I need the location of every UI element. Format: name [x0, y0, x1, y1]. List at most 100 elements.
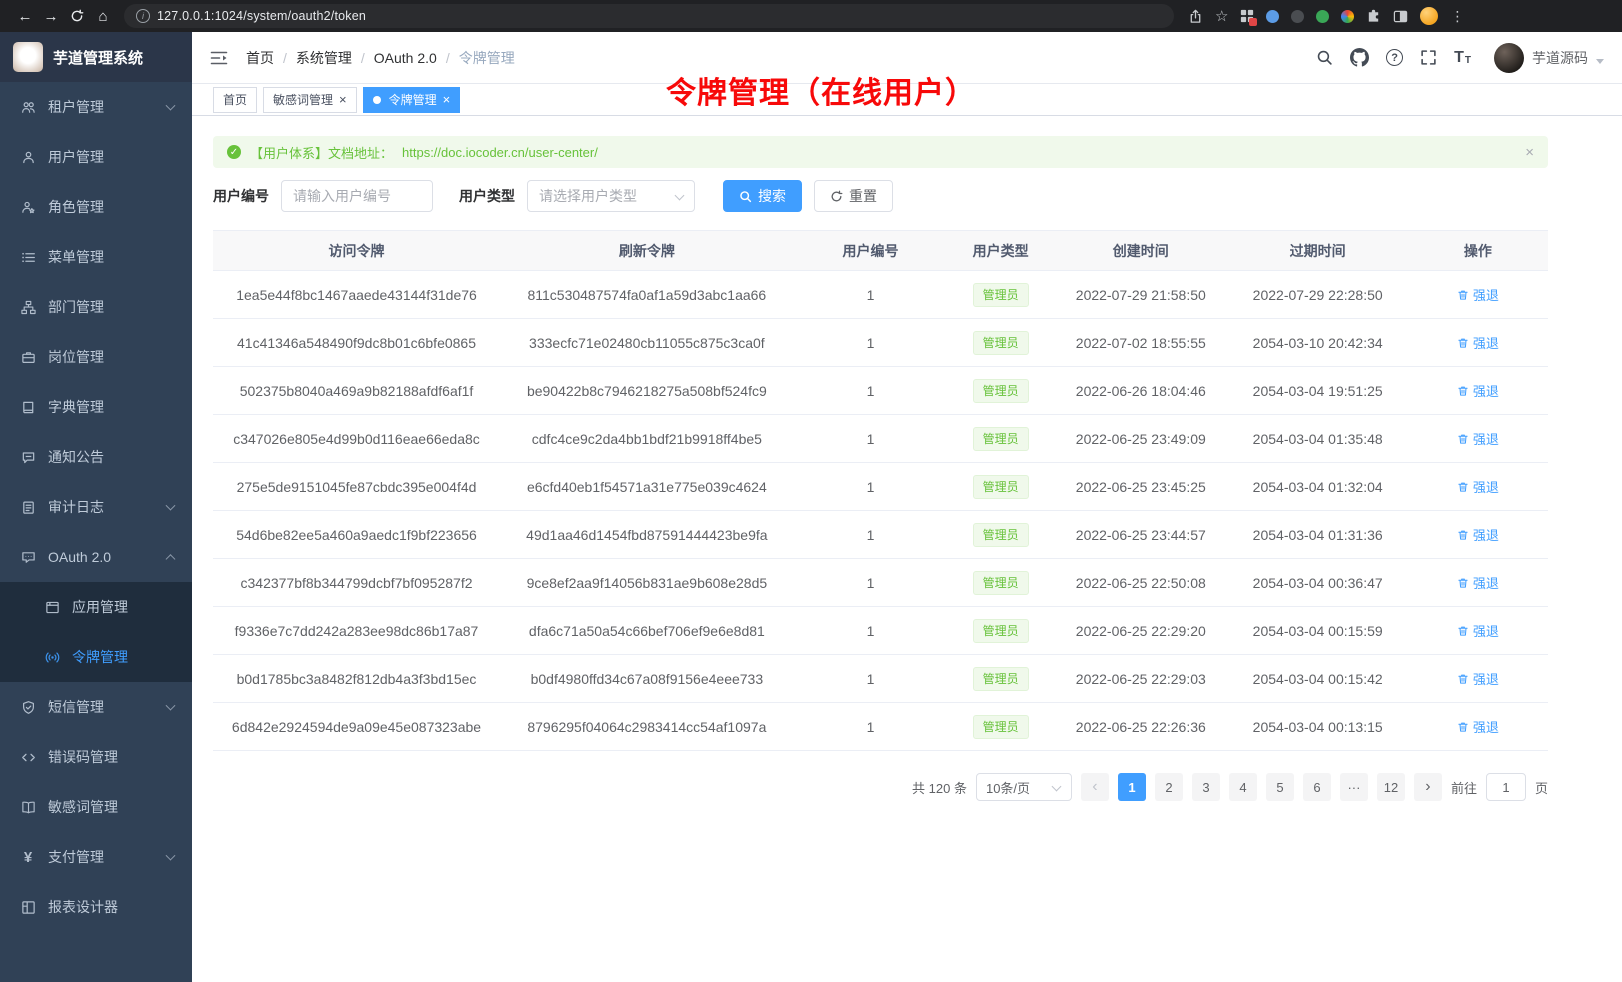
force-logout-button[interactable]: 强退 [1457, 525, 1499, 544]
force-logout-button[interactable]: 强退 [1457, 285, 1499, 304]
tab-home[interactable]: 首页 [213, 87, 257, 113]
force-logout-button[interactable]: 强退 [1457, 429, 1499, 448]
user-id-cell: 1 [794, 319, 948, 367]
force-logout-button[interactable]: 强退 [1457, 573, 1499, 592]
sidebar-logo[interactable]: 芋道管理系统 [0, 32, 192, 82]
sidebar-item-token-manage[interactable]: 令牌管理 [0, 632, 192, 682]
browser-back-icon[interactable]: ← [12, 3, 38, 29]
breadcrumb-home[interactable]: 首页 [246, 48, 274, 68]
table-row: 275e5de9151045fe87cbdc395e004f4d e6cfd40… [213, 463, 1548, 511]
force-logout-button[interactable]: 强退 [1457, 333, 1499, 352]
browser-home-icon[interactable]: ⌂ [90, 3, 116, 29]
force-logout-button[interactable]: 强退 [1457, 381, 1499, 400]
sidebar-item-post[interactable]: 岗位管理 [0, 332, 192, 382]
sidebar-item-report-designer[interactable]: 报表设计器 [0, 882, 192, 932]
force-logout-label: 强退 [1473, 333, 1499, 352]
action-cell: 强退 [1408, 655, 1548, 703]
page-button-3[interactable]: 3 [1192, 773, 1220, 801]
breadcrumb-system[interactable]: 系统管理 [296, 48, 352, 68]
extension-green-icon[interactable] [1316, 10, 1329, 23]
close-icon[interactable]: × [443, 93, 451, 106]
sidebar-item-menu[interactable]: 菜单管理 [0, 232, 192, 282]
refresh-token-cell: b0df4980ffd34c67a08f9156e4eee733 [500, 655, 794, 703]
sidebar-item-sensitive-word[interactable]: 敏感词管理 [0, 782, 192, 832]
bookmark-star-icon[interactable]: ☆ [1215, 7, 1228, 25]
browser-forward-icon[interactable]: → [38, 3, 64, 29]
sidebar-item-dict[interactable]: 字典管理 [0, 382, 192, 432]
page-button-4[interactable]: 4 [1229, 773, 1257, 801]
help-icon[interactable]: ? [1386, 49, 1403, 66]
shield-icon [20, 699, 36, 715]
sidebar-item-notice[interactable]: 通知公告 [0, 432, 192, 482]
reset-button[interactable]: 重置 [814, 180, 893, 212]
sidebar-item-error-code[interactable]: 错误码管理 [0, 732, 192, 782]
sidebar-item-sms[interactable]: 短信管理 [0, 682, 192, 732]
force-logout-label: 强退 [1473, 525, 1499, 544]
user-type-select[interactable]: 请选择用户类型 [527, 180, 695, 212]
share-icon[interactable] [1188, 9, 1203, 24]
alert-close-icon[interactable]: × [1525, 144, 1534, 161]
font-size-icon[interactable]: TT [1454, 50, 1471, 66]
tab-token-manage[interactable]: 令牌管理 × [363, 87, 461, 113]
site-info-icon[interactable]: i [136, 9, 150, 23]
extension-blue-icon[interactable] [1266, 10, 1279, 23]
page-button-5[interactable]: 5 [1266, 773, 1294, 801]
delete-icon [1457, 721, 1469, 733]
sidebar-item-oauth[interactable]: OAuth 2.0 [0, 532, 192, 582]
browser-reload-icon[interactable] [64, 3, 90, 29]
sidebar-item-role[interactable]: 角色管理 [0, 182, 192, 232]
force-logout-button[interactable]: 强退 [1457, 717, 1499, 736]
prev-page-button[interactable]: ‹ [1081, 773, 1109, 801]
create-time-cell: 2022-06-25 23:45:25 [1054, 463, 1228, 511]
col-create-time: 创建时间 [1054, 231, 1228, 271]
page-button-1[interactable]: 1 [1118, 773, 1146, 801]
browser-menu-icon[interactable]: ⋮ [1450, 8, 1464, 25]
next-page-button[interactable]: › [1414, 773, 1442, 801]
extension-color-icon[interactable] [1341, 10, 1354, 23]
user-type-cell: 管理员 [947, 271, 1054, 319]
user-id-cell: 1 [794, 559, 948, 607]
tab-sensitive-word[interactable]: 敏感词管理 × [263, 87, 357, 113]
refresh-token-cell: 8796295f04064c2983414cc54af1097a [500, 703, 794, 751]
close-icon[interactable]: × [339, 93, 347, 106]
access-token-cell: 54d6be82ee5a460a9aedc1f9bf223656 [213, 511, 500, 559]
logo-avatar [13, 42, 43, 72]
search-icon[interactable] [1316, 49, 1333, 66]
table-row: c347026e805e4d99b0d116eae66eda8c cdfc4ce… [213, 415, 1548, 463]
action-cell: 强退 [1408, 463, 1548, 511]
force-logout-button[interactable]: 强退 [1457, 477, 1499, 496]
breadcrumb-oauth[interactable]: OAuth 2.0 [374, 50, 437, 66]
force-logout-button[interactable]: 强退 [1457, 669, 1499, 688]
split-view-icon[interactable] [1393, 9, 1408, 24]
force-logout-button[interactable]: 强退 [1457, 621, 1499, 640]
page-size-select[interactable]: 10条/页 [976, 773, 1072, 801]
browser-profile-avatar[interactable] [1420, 7, 1438, 25]
address-bar[interactable]: i 127.0.0.1:1024/system/oauth2/token [124, 4, 1174, 28]
extensions-puzzle-icon[interactable] [1366, 9, 1381, 24]
delete-icon [1457, 481, 1469, 493]
github-icon[interactable] [1350, 48, 1369, 67]
user-menu[interactable]: 芋道源码 [1494, 43, 1604, 73]
page-button-12[interactable]: 12 [1377, 773, 1405, 801]
sidebar-item-payment[interactable]: ¥ 支付管理 [0, 832, 192, 882]
page-button-6[interactable]: 6 [1303, 773, 1331, 801]
extension-dark-icon[interactable] [1291, 10, 1304, 23]
page-ellipsis[interactable]: ··· [1340, 773, 1368, 801]
fullscreen-icon[interactable] [1420, 49, 1437, 66]
post-icon [20, 349, 36, 365]
sidebar-item-user[interactable]: 用户管理 [0, 132, 192, 182]
sidebar-item-tenant[interactable]: 租户管理 [0, 82, 192, 132]
doc-link[interactable]: https://doc.iocoder.cn/user-center/ [402, 145, 598, 160]
page-button-2[interactable]: 2 [1155, 773, 1183, 801]
sidebar-item-audit-log[interactable]: 审计日志 [0, 482, 192, 532]
user-type-cell: 管理员 [947, 607, 1054, 655]
goto-page-input[interactable] [1486, 773, 1526, 801]
sidebar-item-dept[interactable]: 部门管理 [0, 282, 192, 332]
user-id-input[interactable] [281, 180, 433, 212]
sidebar-item-label: 角色管理 [48, 197, 104, 217]
search-button[interactable]: 搜索 [723, 180, 802, 212]
sidebar-item-app-manage[interactable]: 应用管理 [0, 582, 192, 632]
screenshot-extension-icon[interactable] [1240, 9, 1254, 23]
hamburger-icon[interactable] [210, 50, 228, 66]
access-token-cell: b0d1785bc3a8482f812db4a3f3bd15ec [213, 655, 500, 703]
